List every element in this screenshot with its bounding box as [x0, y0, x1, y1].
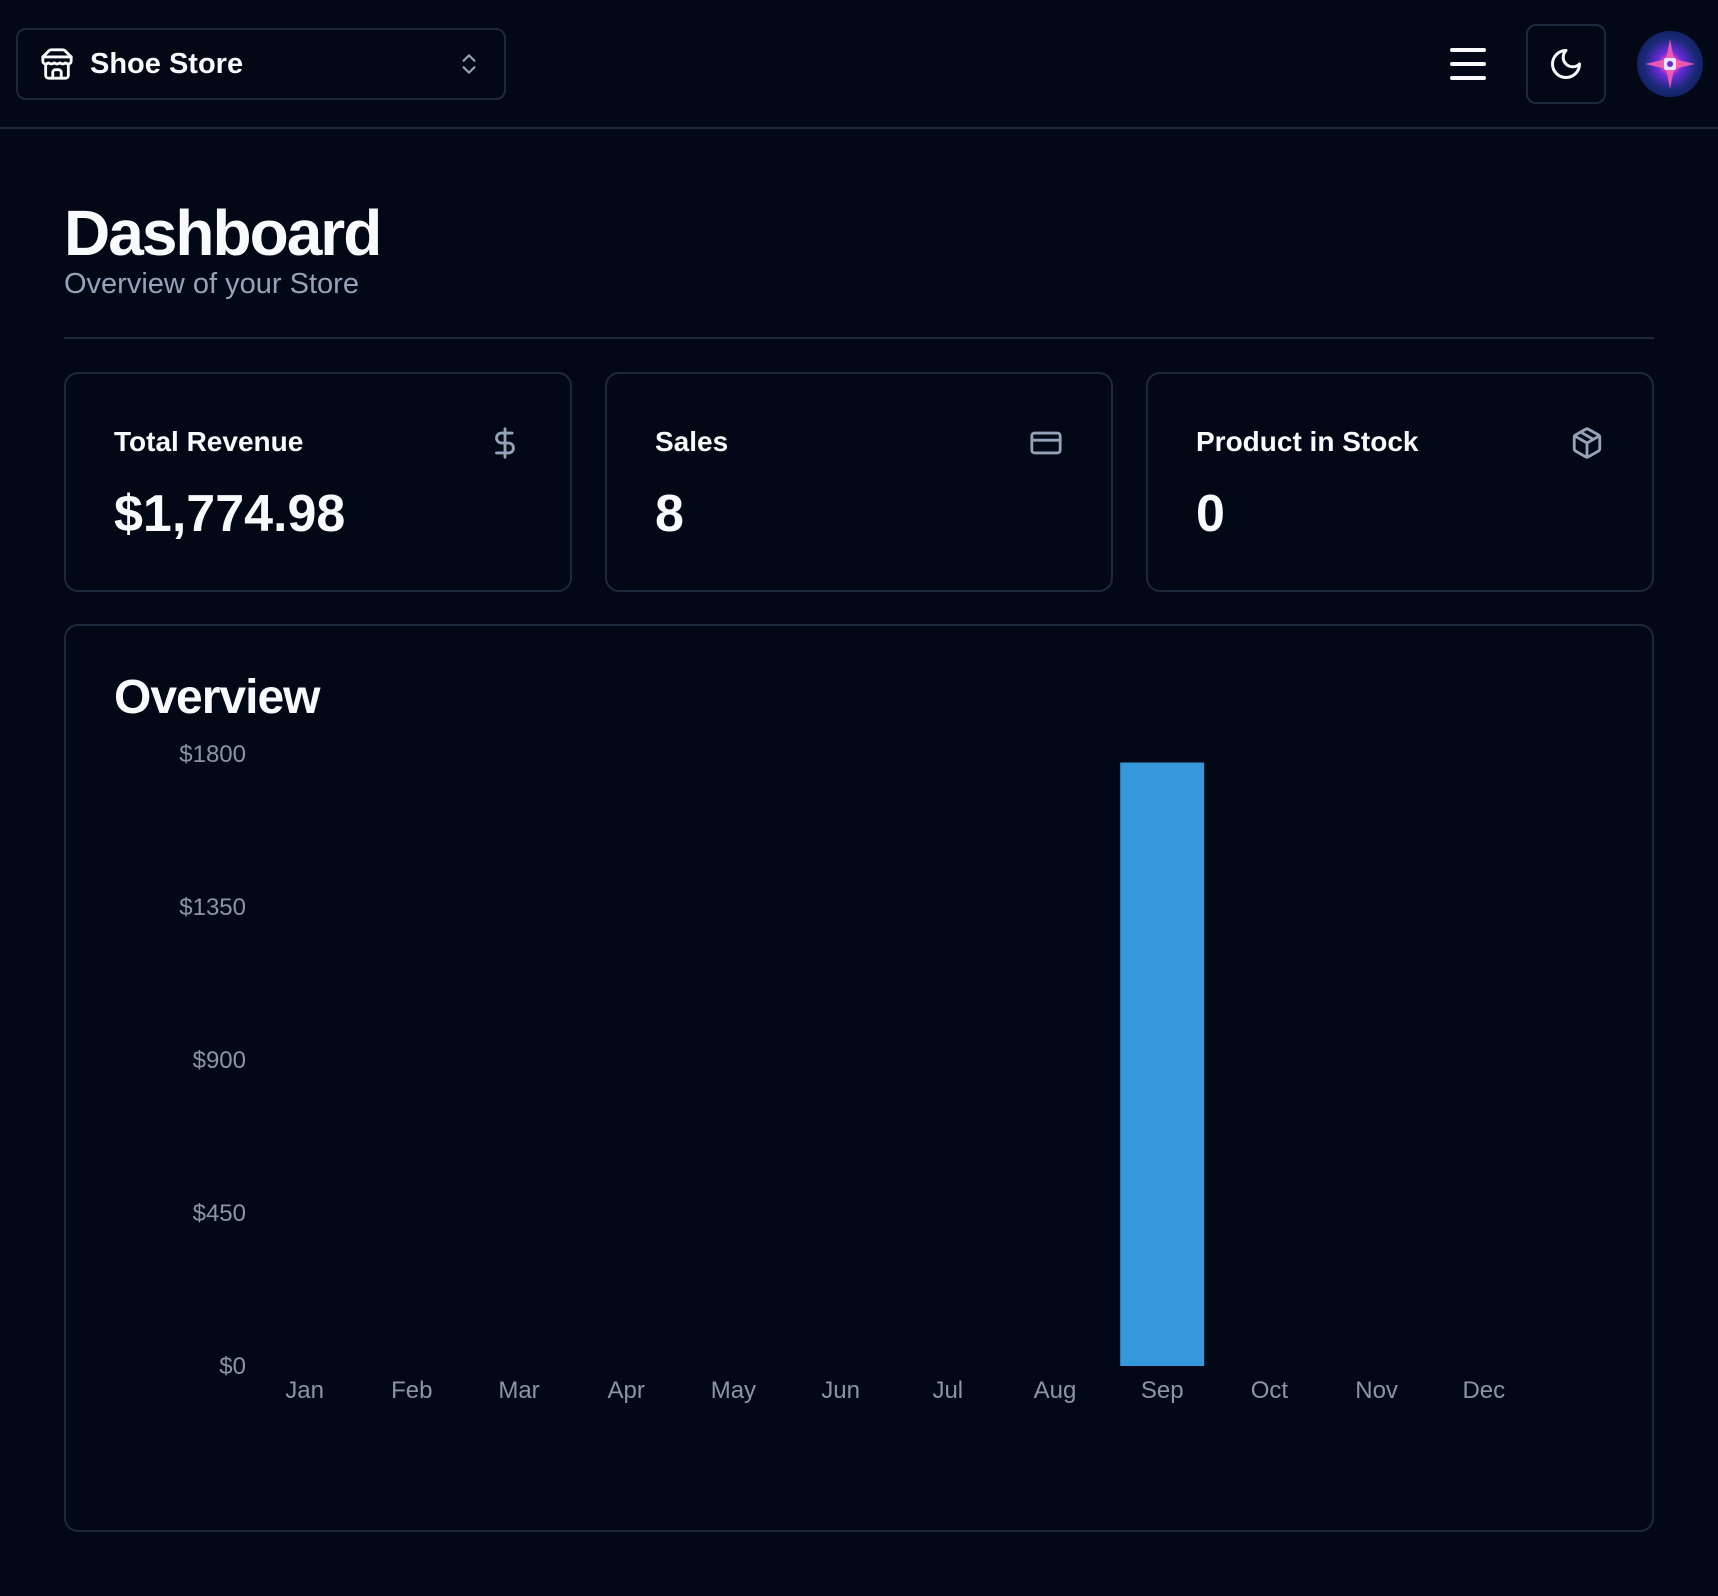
x-tick-label: Aug	[1034, 1377, 1077, 1404]
x-tick-label: Feb	[391, 1377, 432, 1404]
theme-toggle-button[interactable]	[1526, 24, 1606, 104]
x-tick-label: Jun	[821, 1377, 860, 1404]
y-tick-label: $1350	[179, 894, 246, 921]
card-value: 8	[655, 485, 684, 543]
x-tick-label: Jan	[285, 1377, 324, 1404]
card-label: Product in Stock	[1196, 426, 1419, 457]
divider	[64, 337, 1654, 339]
page-title: Dashboard	[64, 197, 382, 269]
sales-card: Sales 8	[605, 372, 1113, 592]
overview-bar-chart: $0 $450 $900 $1350 $1800 Jan Feb Mar Apr May Jun Ju…	[179, 741, 1505, 1404]
x-tick-label: Jul	[932, 1377, 963, 1404]
x-tick-label: Mar	[498, 1377, 539, 1404]
x-tick-label: Sep	[1141, 1377, 1184, 1404]
credit-card-icon	[1029, 426, 1063, 460]
x-tick-label: Dec	[1462, 1377, 1505, 1404]
package-icon	[1570, 426, 1604, 460]
y-tick-label: $0	[219, 1353, 246, 1380]
card-value: 0	[1196, 485, 1225, 543]
y-tick-label: $900	[193, 1047, 246, 1074]
card-label: Sales	[655, 426, 729, 457]
x-tick-label: Nov	[1355, 1377, 1398, 1404]
dollar-sign-icon	[488, 426, 522, 460]
x-tick-label: May	[711, 1377, 756, 1404]
moon-icon	[1551, 49, 1581, 79]
card-value: $1,774.98	[114, 485, 346, 543]
product-in-stock-card: Product in Stock 0	[1146, 372, 1654, 592]
x-tick-label: Apr	[608, 1377, 645, 1404]
store-switcher[interactable]: Shoe Store	[16, 28, 506, 100]
chart-bar-sep	[1120, 762, 1205, 1366]
hamburger-menu-icon[interactable]	[1448, 44, 1488, 84]
total-revenue-card: Total Revenue $1,774.98	[64, 372, 572, 592]
y-tick-label: $450	[193, 1200, 246, 1227]
avatar[interactable]	[1637, 31, 1703, 97]
page-subtitle: Overview of your Store	[64, 268, 359, 300]
store-icon	[40, 47, 74, 81]
chevrons-up-down-icon	[456, 47, 482, 81]
y-tick-label: $1800	[179, 741, 246, 768]
top-navbar: Shoe Store	[0, 0, 1718, 129]
store-name: Shoe Store	[90, 47, 244, 80]
card-label: Total Revenue	[114, 426, 304, 457]
x-tick-label: Oct	[1251, 1377, 1289, 1404]
overview-card: Overview $0 $450 $900 $1350 $1800 Jan Feb Mar Ap…	[64, 624, 1654, 1532]
